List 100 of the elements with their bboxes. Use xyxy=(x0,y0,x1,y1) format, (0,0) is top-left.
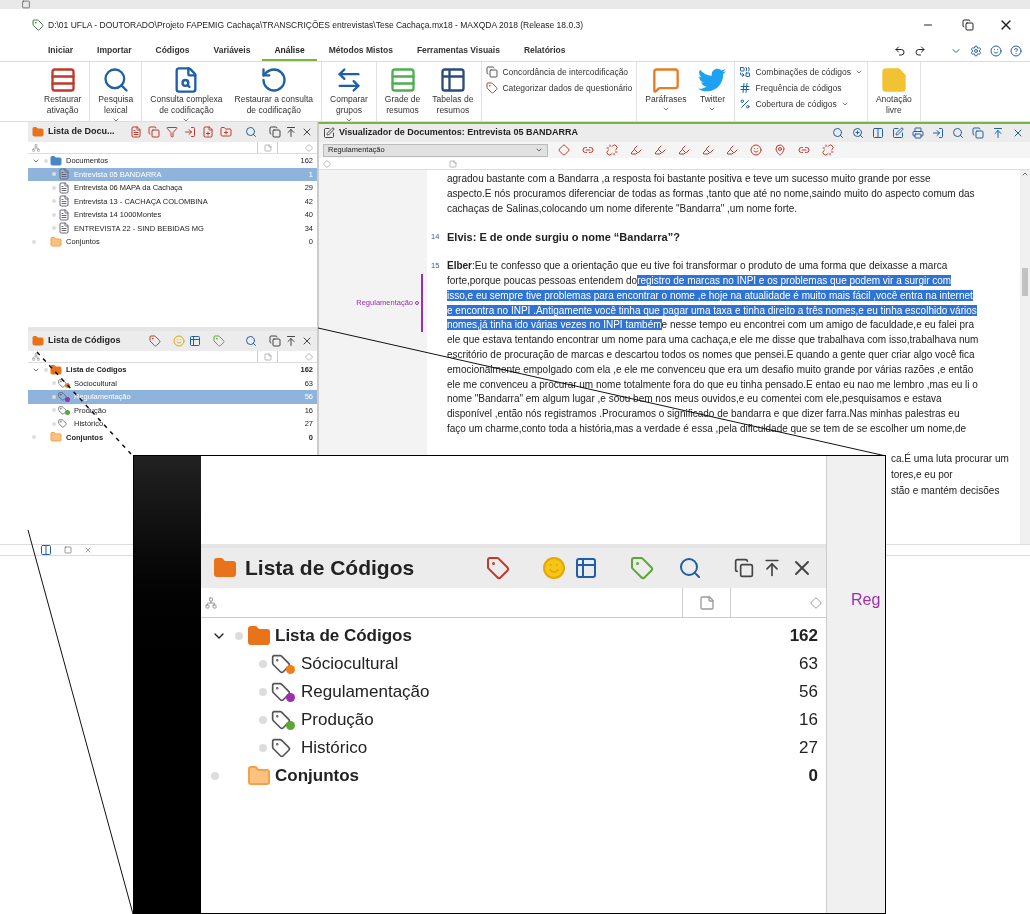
toolbar-icon[interactable] xyxy=(630,144,642,156)
toolbar-icon[interactable] xyxy=(606,144,618,156)
close-icon[interactable] xyxy=(301,335,313,347)
toolbar-icon[interactable] xyxy=(184,126,196,138)
document-icon xyxy=(58,181,70,194)
ribbon-button[interactable]: Cobertura de códigos xyxy=(739,97,863,111)
toolbar-icon[interactable] xyxy=(992,127,1004,139)
smiley-icon[interactable] xyxy=(990,45,1002,57)
close-icon[interactable] xyxy=(301,126,313,138)
toolbar-icon[interactable] xyxy=(202,126,214,138)
toolbar-icon[interactable] xyxy=(1012,127,1024,139)
toolbar-icon[interactable] xyxy=(486,556,510,580)
memo-icon xyxy=(263,143,272,152)
table-icon[interactable] xyxy=(189,335,201,347)
toolbar-icon[interactable] xyxy=(582,144,594,156)
ribbon-button[interactable]: Restaurar ativação xyxy=(40,66,86,116)
ribbon-button[interactable]: Anotação livre xyxy=(871,66,916,116)
document-text: ele que estava tentando encontrar um nome para uma cachaça,e ele me disse que trabalhava com isso,trabalhava num xyxy=(447,334,979,346)
toolbar-icon[interactable] xyxy=(678,144,690,156)
folder-icon xyxy=(213,556,237,580)
ribbon-button[interactable]: Restaurar a consulta de codificação xyxy=(230,66,318,116)
tree-icon xyxy=(32,352,40,361)
tree-row[interactable]: Lista de Códigos 162 xyxy=(201,622,826,650)
new-code-icon[interactable] xyxy=(213,335,225,347)
ribbon-button[interactable]: Pesquisa lexical xyxy=(94,66,138,124)
ribbon-button[interactable]: Consulta complexa de codificação xyxy=(146,66,227,124)
memo-icon xyxy=(449,159,457,168)
toolbar-icon[interactable] xyxy=(852,127,864,139)
toolbar-icon[interactable] xyxy=(832,127,844,139)
tree-row[interactable]: Sóciocultural 63 xyxy=(201,650,826,678)
toolbar-icon[interactable] xyxy=(774,144,786,156)
table-icon[interactable] xyxy=(574,556,598,580)
tree-row[interactable]: Regulamentação 56 xyxy=(201,678,826,706)
restore-icon[interactable] xyxy=(962,19,974,31)
memo-icon xyxy=(263,352,272,361)
search-icon[interactable] xyxy=(245,335,257,347)
menu-tab[interactable]: Métodos Mistos xyxy=(316,41,405,61)
toolbar-icon[interactable] xyxy=(912,127,924,139)
toolbar-icon[interactable] xyxy=(149,335,161,347)
menu-tab[interactable]: Relatórios xyxy=(511,41,578,61)
undock-icon[interactable] xyxy=(269,335,281,347)
search-icon[interactable] xyxy=(678,556,702,580)
toolbar-icon[interactable] xyxy=(798,144,810,156)
toolbar-icon[interactable] xyxy=(702,144,714,156)
toolbar-icon[interactable] xyxy=(892,127,904,139)
ribbon-button[interactable]: Comparar grupos xyxy=(326,66,372,124)
ribbon-button[interactable]: Tabelas de resumos xyxy=(428,66,478,116)
toolbar-icon[interactable] xyxy=(148,126,160,138)
menu-tab[interactable]: Variáveis xyxy=(201,41,263,61)
maximize-icon[interactable] xyxy=(285,126,297,138)
toolbar-icon[interactable] xyxy=(558,144,570,156)
menu-tab[interactable]: Ferramentas Visuais xyxy=(404,41,512,61)
ribbon-button[interactable]: Grade de resumos xyxy=(380,66,425,116)
tree-icon xyxy=(205,596,217,609)
toolbar-icon[interactable] xyxy=(726,144,738,156)
undock-icon[interactable] xyxy=(734,558,754,578)
menu-tab[interactable]: Códigos xyxy=(143,41,202,61)
toolbar-icon[interactable] xyxy=(750,144,762,156)
toolbar-icon[interactable] xyxy=(952,127,964,139)
menu-tab[interactable]: Importar xyxy=(85,41,144,61)
toolbar-icon[interactable] xyxy=(166,126,178,138)
toolbar-icon[interactable] xyxy=(972,127,984,139)
toolbar-icon[interactable] xyxy=(872,127,884,139)
new-code-icon[interactable] xyxy=(630,556,654,580)
toolbar-icon[interactable] xyxy=(822,144,834,156)
scroll-up-icon[interactable] xyxy=(1021,170,1029,178)
scrollbar-thumb[interactable] xyxy=(1022,268,1028,296)
app-logo-icon xyxy=(32,19,44,31)
toolbar-icon[interactable] xyxy=(932,127,944,139)
ribbon-button[interactable]: Concordância de intercodificação xyxy=(486,66,633,79)
code-tag-icon xyxy=(58,418,70,429)
help-icon[interactable] xyxy=(1010,45,1022,57)
ribbon-button[interactable]: Categorizar dados de questionário xyxy=(486,81,633,95)
maximize-icon[interactable] xyxy=(285,335,297,347)
hash-icon xyxy=(739,82,752,95)
grid-icon xyxy=(388,66,417,94)
tree-row[interactable]: Produção 16 xyxy=(201,706,826,734)
settings-icon[interactable] xyxy=(970,45,982,57)
menu-tab[interactable]: Iniciar xyxy=(36,41,86,61)
ribbon-button[interactable]: Frequência de códigos xyxy=(739,81,863,95)
undo-icon[interactable] xyxy=(894,45,906,57)
tree-row[interactable]: Histórico 27 xyxy=(201,734,826,762)
document-text: ca.É uma luta procurar um xyxy=(891,452,1009,464)
search-icon[interactable] xyxy=(245,126,257,138)
menu-tab[interactable]: Análise xyxy=(262,41,317,61)
caret-icon xyxy=(661,105,670,113)
ribbon-button[interactable]: Paráfrases xyxy=(641,66,691,113)
redo-icon[interactable] xyxy=(914,45,926,57)
tree-row[interactable]: Conjuntos 0 xyxy=(201,762,826,790)
undock-icon[interactable] xyxy=(269,126,281,138)
ribbon-button[interactable]: Twitter xyxy=(694,66,731,113)
panel-title: Lista de Docu... xyxy=(48,125,115,139)
toolbar-icon[interactable] xyxy=(654,144,666,156)
panel-icon[interactable] xyxy=(40,544,52,556)
maximize-icon[interactable] xyxy=(762,558,782,578)
toolbar-icon[interactable] xyxy=(220,126,232,138)
document-text: tores,e eu por xyxy=(891,468,953,480)
toolbar-icon[interactable] xyxy=(130,126,142,138)
tree-label: Regulamentação xyxy=(301,681,431,704)
ribbon-button[interactable]: Combinações de códigos xyxy=(739,66,863,79)
